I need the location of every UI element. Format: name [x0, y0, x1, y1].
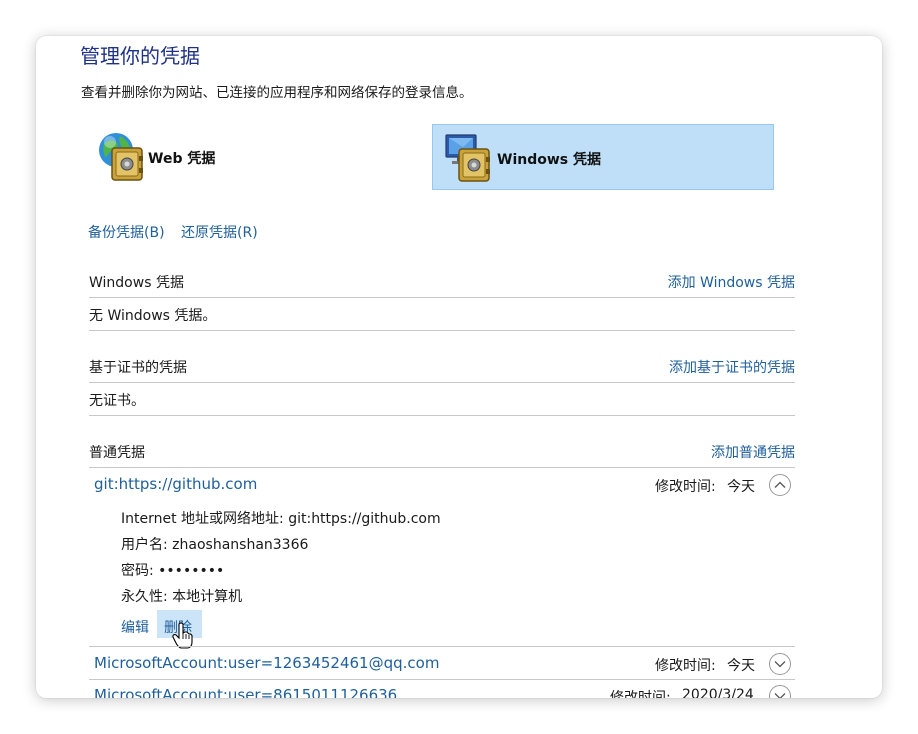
divider: [89, 297, 795, 298]
page-title: 管理你的凭据: [80, 44, 200, 68]
restore-credentials-link[interactable]: 还原凭据(R): [181, 222, 258, 242]
tab-web-credentials-label: Web 凭据: [148, 151, 216, 167]
add-windows-credential-link[interactable]: 添加 Windows 凭据: [668, 272, 795, 292]
windows-credentials-title: Windows 凭据: [89, 275, 184, 291]
modified-label: 修改时间:: [655, 479, 716, 495]
modified-label: 修改时间:: [610, 690, 671, 698]
expand-button[interactable]: [769, 685, 791, 698]
divider: [89, 646, 795, 647]
credential-name[interactable]: MicrosoftAccount:user=1263452461@qq.com: [94, 654, 439, 672]
divider: [89, 467, 795, 468]
globe-safe-icon: [99, 133, 143, 181]
credential-persistence: 永久性: 本地计算机: [121, 589, 243, 605]
page-description: 查看并删除你为网站、已连接的应用程序和网络保存的登录信息。: [81, 85, 473, 101]
credential-name[interactable]: git:https://github.com: [94, 475, 257, 493]
tab-windows-credentials[interactable]: Windows 凭据: [432, 124, 774, 190]
generic-credentials-title: 普通凭据: [89, 445, 145, 461]
divider: [89, 415, 795, 416]
chevron-up-icon: [774, 481, 786, 488]
windows-credentials-header: Windows 凭据 添加 Windows 凭据: [89, 272, 795, 292]
certificate-credentials-title: 基于证书的凭据: [89, 360, 187, 376]
tab-web-credentials[interactable]: Web 凭据: [88, 124, 288, 190]
credential-username: 用户名: zhaoshanshan3366: [121, 537, 309, 553]
generic-credentials-header: 普通凭据 添加普通凭据: [89, 442, 795, 462]
modified-value: 今天: [727, 658, 755, 674]
backup-credentials-link[interactable]: 备份凭据(B): [88, 222, 165, 242]
edit-credential-link[interactable]: 编辑: [121, 617, 149, 637]
windows-credentials-empty-text: 无 Windows 凭据。: [89, 308, 217, 324]
divider: [89, 679, 795, 680]
chevron-down-icon: [774, 693, 786, 698]
credential-password: 密码: ••••••••: [121, 563, 225, 579]
divider: [89, 330, 795, 331]
certificate-credentials-header: 基于证书的凭据 添加基于证书的凭据: [89, 357, 795, 377]
modified-label: 修改时间:: [655, 658, 716, 674]
monitor-safe-icon: [445, 134, 490, 182]
chevron-down-icon: [774, 661, 786, 668]
add-generic-credential-link[interactable]: 添加普通凭据: [711, 442, 795, 462]
modified-value: 今天: [727, 479, 755, 495]
credential-manager-panel: 管理你的凭据 查看并删除你为网站、已连接的应用程序和网络保存的登录信息。 Web…: [36, 36, 882, 698]
add-certificate-credential-link[interactable]: 添加基于证书的凭据: [669, 357, 795, 377]
modified-value: 2020/3/24: [682, 687, 754, 698]
tab-windows-credentials-label: Windows 凭据: [497, 152, 601, 168]
collapse-button[interactable]: [769, 474, 791, 496]
certificate-empty-text: 无证书。: [89, 393, 145, 409]
divider: [89, 382, 795, 383]
expand-button[interactable]: [769, 653, 791, 675]
credential-name[interactable]: MicrosoftAccount:user=8615011126636: [94, 686, 397, 698]
credential-address: Internet 地址或网络地址: git:https://github.com: [121, 511, 441, 527]
